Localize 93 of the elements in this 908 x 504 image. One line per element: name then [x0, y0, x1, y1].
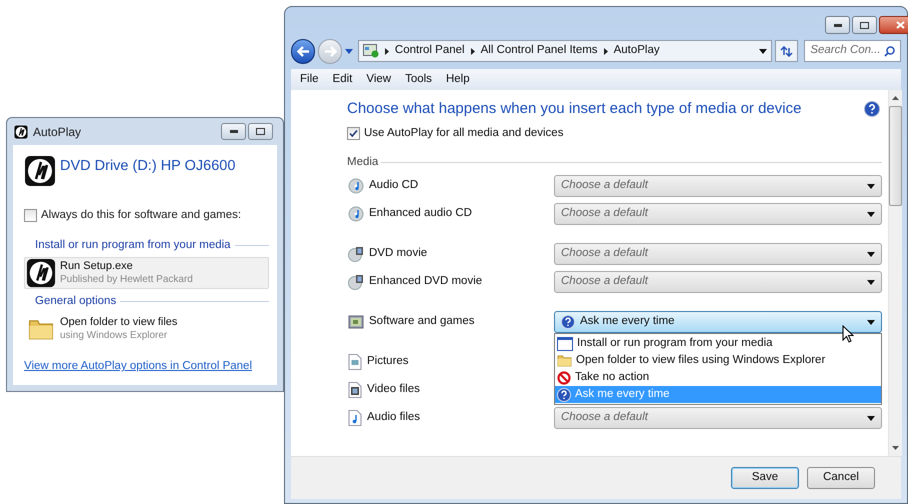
audio-file-icon — [348, 410, 362, 426]
no-entry-icon — [557, 370, 571, 384]
breadcrumb[interactable]: Control Panel — [394, 42, 465, 60]
caret-icon — [867, 416, 875, 420]
minimize-icon — [834, 24, 842, 26]
caret-icon — [345, 48, 354, 54]
section-heading: Install or run program from your media — [35, 238, 231, 253]
control-panel-link[interactable]: View more AutoPlay options in Control Panel — [24, 358, 269, 376]
caret-icon — [867, 320, 875, 324]
dropdown-option[interactable]: Take no action — [555, 369, 881, 386]
maximize-button[interactable] — [852, 16, 877, 34]
menu-item[interactable]: Tools — [399, 70, 438, 88]
option-title: Run Setup.exe — [60, 260, 134, 274]
caret-icon — [867, 280, 875, 284]
autoplay-option[interactable]: Run Setup.exe Published by Hewlett Packard — [24, 257, 269, 290]
logo-icon — [26, 258, 56, 288]
media-type-label: Audio CD — [369, 178, 418, 194]
breadcrumb[interactable]: AutoPlay — [614, 42, 660, 60]
media-type-label: Software and games — [369, 314, 474, 330]
window-icon — [557, 336, 573, 350]
control-panel-icon — [362, 44, 379, 58]
back-button[interactable] — [291, 38, 316, 64]
help-icon — [557, 388, 571, 402]
back-arrow-icon — [296, 46, 310, 56]
search-icon — [884, 46, 896, 56]
option-subtitle: using Windows Explorer — [60, 329, 168, 342]
scrollbar[interactable] — [888, 90, 902, 456]
chevron-icon — [384, 48, 389, 54]
autoplay-option[interactable]: Open folder to view files using Windows Explorer — [24, 313, 269, 346]
dropdown[interactable]: Choose a default — [554, 271, 882, 293]
media-type-label: Video files — [367, 382, 420, 398]
option-title: Open folder to view files — [60, 316, 178, 330]
device-title: DVD Drive (D:) HP OJ6600 — [60, 157, 236, 175]
help-icon — [561, 315, 575, 329]
dialog-button[interactable]: Save — [731, 467, 799, 489]
dropdown[interactable]: Ask me every time — [554, 311, 882, 333]
minimize-button[interactable] — [221, 123, 246, 140]
folder-icon — [557, 353, 572, 368]
media-type-label: Enhanced audio CD — [369, 206, 472, 222]
maximize-icon — [256, 128, 265, 135]
option-subtitle: Published by Hewlett Packard — [60, 273, 193, 286]
breadcrumb[interactable]: All Control Panel Items — [480, 42, 598, 60]
close-icon — [896, 21, 904, 29]
logo-icon — [24, 155, 56, 187]
caret-icon — [867, 212, 875, 216]
video-file-icon — [348, 382, 362, 398]
minimize-icon — [230, 130, 238, 133]
caret-icon — [867, 184, 875, 188]
dropdown[interactable]: Choose a default — [554, 243, 882, 265]
software-icon — [348, 314, 364, 330]
section-heading: General options — [35, 294, 116, 309]
cd-icon — [348, 206, 364, 222]
maximize-button[interactable] — [248, 123, 273, 140]
search-field[interactable]: Search Con... — [804, 40, 902, 62]
checkbox-label: Use AutoPlay for all media and devices — [364, 126, 564, 140]
dialog-button[interactable]: Cancel — [807, 467, 875, 489]
cd-icon — [348, 178, 364, 194]
checkbox-label: Always do this for software and games: — [41, 208, 242, 223]
media-type-label: Enhanced DVD movie — [369, 274, 482, 290]
maximize-icon — [860, 22, 869, 28]
dropdown[interactable]: Choose a default — [554, 203, 882, 225]
checkbox[interactable] — [24, 209, 37, 222]
menu-item[interactable]: View — [360, 70, 398, 88]
refresh-icon — [780, 46, 794, 56]
menu-item[interactable]: Edit — [326, 70, 358, 88]
window-title: AutoPlay — [33, 124, 82, 140]
dropdown[interactable]: Choose a default — [554, 407, 882, 429]
dvd-icon — [348, 274, 364, 290]
minimize-button[interactable] — [825, 16, 850, 34]
dropdown-option[interactable]: Open folder to view files using Windows Explorer — [555, 352, 881, 369]
media-type-label: DVD movie — [369, 246, 428, 262]
address-bar[interactable]: Control Panel All Control Panel Items AutoPlay — [358, 40, 772, 62]
menu-item[interactable]: Help — [440, 70, 476, 88]
dropdown-option[interactable]: Install or run program from your media — [555, 335, 881, 352]
group-label: Media — [347, 154, 378, 170]
menu-item[interactable]: File — [294, 70, 325, 88]
picture-file-icon — [348, 354, 362, 370]
refresh-button[interactable] — [775, 40, 798, 62]
help-icon — [864, 101, 880, 118]
caret-icon — [867, 252, 875, 256]
dvd-icon — [348, 246, 364, 262]
checkbox[interactable] — [347, 126, 360, 140]
media-type-label: Audio files — [367, 410, 420, 426]
chevron-icon — [470, 48, 475, 54]
scroll-up-icon — [892, 96, 899, 100]
media-type-label: Pictures — [367, 354, 409, 370]
chevron-icon — [604, 48, 608, 54]
dropdown[interactable]: Choose a default — [554, 175, 882, 197]
page-heading: Choose what happens when you insert each type of media or device — [347, 99, 802, 119]
caret-icon — [759, 48, 768, 54]
scroll-down-icon — [892, 446, 899, 450]
logo-icon — [14, 124, 28, 138]
forward-arrow-icon — [324, 46, 337, 56]
